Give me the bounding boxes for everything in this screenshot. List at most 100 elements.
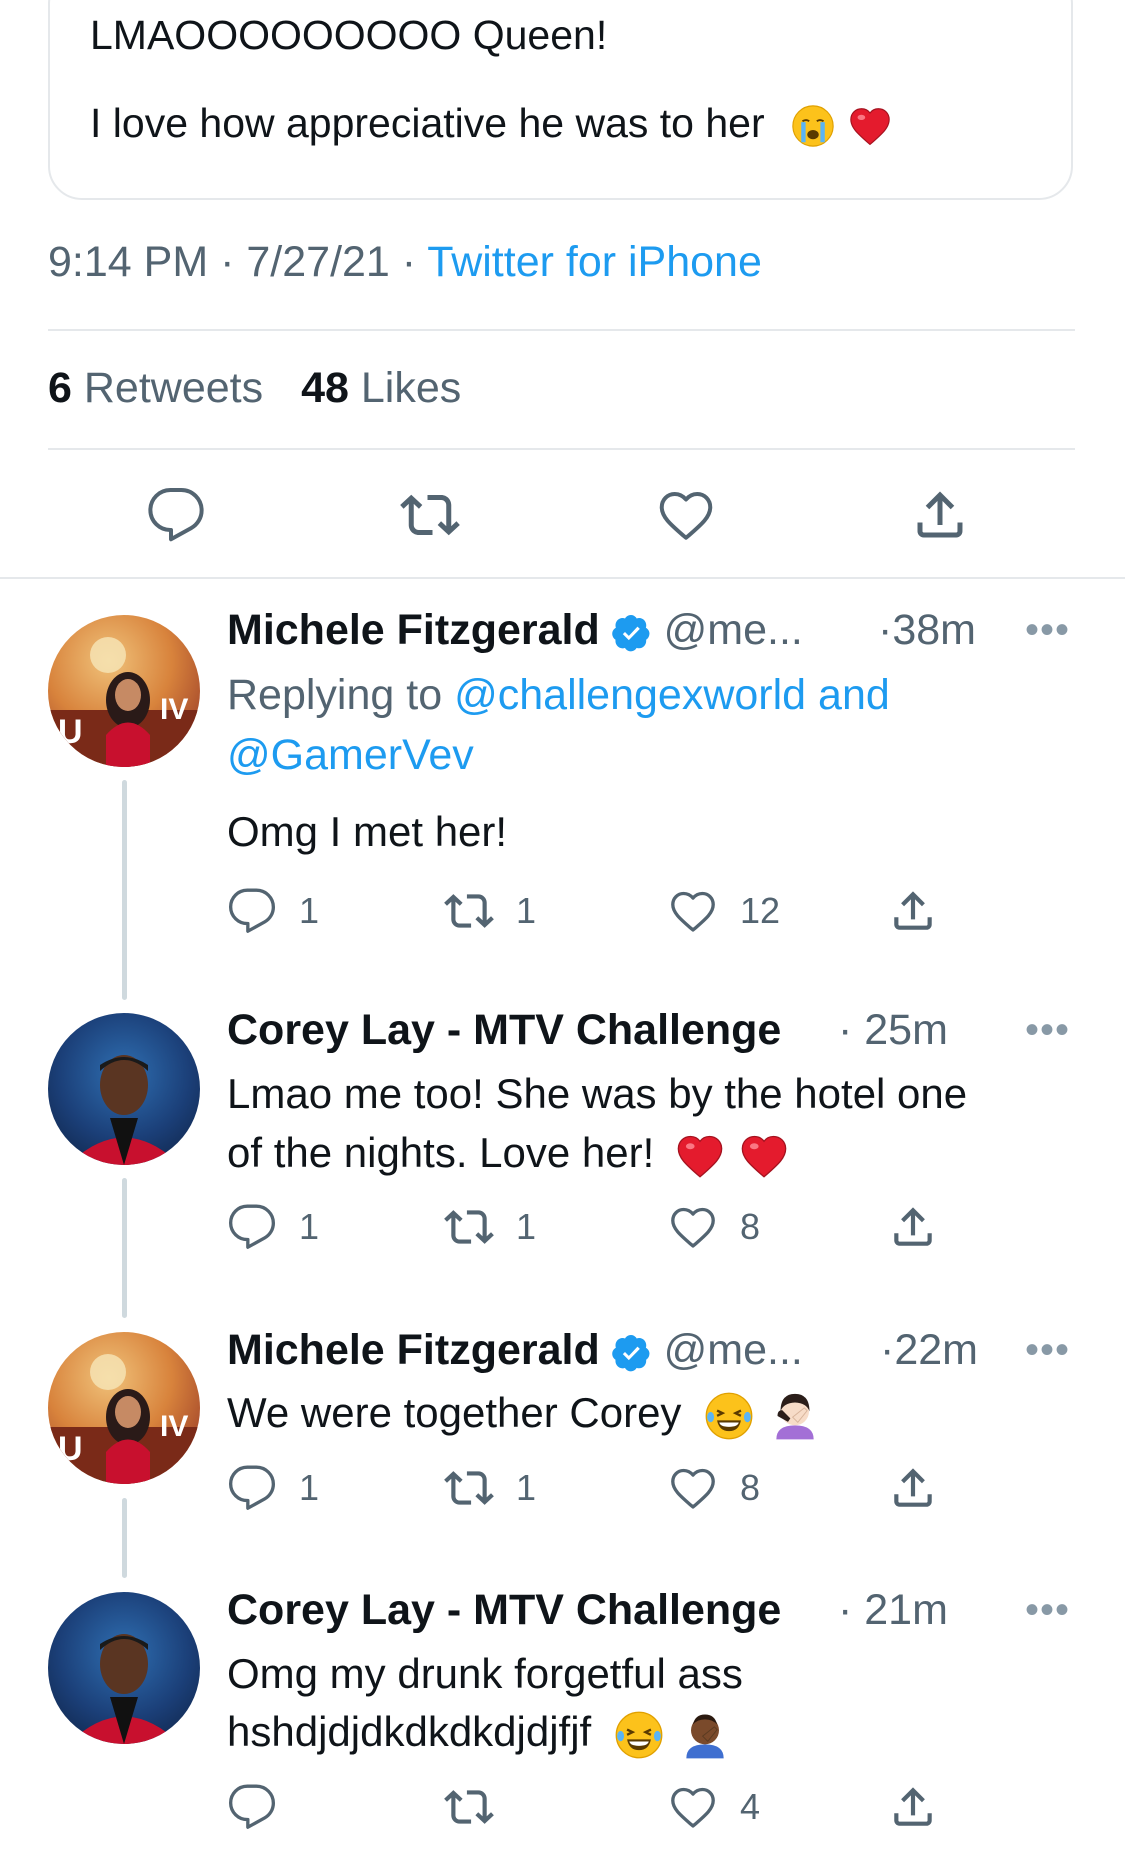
share-icon[interactable] [910,485,970,545]
section-divider [0,577,1125,579]
divider [48,448,1075,450]
tweet-text: Omg I met her! [227,808,508,855]
author-handle: @me... [663,1326,803,1374]
like-icon[interactable] [656,485,716,545]
tweet-timestamp: · 21m [838,1586,948,1634]
avatar-image [68,1634,180,1744]
like-count: 8 [740,1206,761,1247]
retweet-icon[interactable] [400,485,460,545]
tweet-timestamp: · 25m [838,1006,948,1054]
red-heart-emoji [674,1130,726,1182]
reply-button[interactable]: 1 [227,1463,319,1513]
likes-count: 48 [301,364,349,412]
share-icon [888,1782,938,1832]
mention-link[interactable]: @challengexworld and [454,671,890,719]
reply-button[interactable]: 1 [227,886,319,936]
tweet-text-line-1: Lmao me too! She was by the hotel one [227,1070,968,1117]
more-options-icon[interactable]: ••• [1025,1008,1070,1053]
share-button[interactable] [888,886,938,936]
tears-of-joy-emoji [703,1390,755,1442]
tweet-source-link[interactable]: Twitter for iPhone [427,238,762,286]
reply-icon [227,1463,277,1513]
retweet-icon [444,886,494,936]
replying-to: Replying to @challengexworld and [227,666,890,724]
quoted-tweet-card[interactable]: LMAOOOOOOOOO Queen! I love how appreciat… [48,0,1073,200]
retweet-button[interactable] [444,1782,516,1832]
like-icon [668,1463,718,1513]
retweet-button[interactable]: 1 [444,1463,536,1513]
retweet-button[interactable]: 1 [444,1202,536,1252]
avatar-image: U IV [48,1354,200,1484]
like-button[interactable]: 4 [668,1782,760,1832]
retweets-label: Retweets [83,364,264,412]
tweet-text: of the nights. Love her! [227,1129,655,1176]
retweet-button[interactable]: 1 [444,886,536,936]
likes-label: Likes [360,364,462,412]
tweet-text-line-1: Omg my drunk forgetful ass [227,1650,743,1697]
like-button[interactable]: 12 [668,886,780,936]
retweets-stat[interactable]: 6 Retweets [48,364,263,412]
avatar[interactable]: U IV [48,1332,200,1484]
reply-button[interactable]: 1 [227,1202,319,1252]
divider [48,329,1075,331]
red-heart-emoji [738,1130,790,1182]
thread-line [122,1498,127,1578]
replying-to-label: Replying to [227,671,443,719]
retweet-icon [444,1782,494,1832]
svg-text:IV: IV [160,693,188,726]
reply-count: 1 [299,1206,320,1247]
avatar[interactable]: U IV [48,615,200,767]
verified-icon [612,613,652,653]
avatar[interactable] [48,1592,200,1744]
quoted-tweet-line-2: I love how appreciative he was to her [90,100,893,149]
retweet-count: 1 [516,1206,537,1247]
like-button[interactable]: 8 [668,1463,760,1513]
more-options-icon[interactable]: ••• [1025,1328,1070,1373]
crying-face-emoji [790,103,836,149]
retweet-icon [444,1463,494,1513]
tweet-time: 9:14 PM [48,238,209,286]
meta-separator: · [401,238,417,286]
like-count: 4 [740,1786,761,1827]
author-handle: @me... [663,606,803,654]
author-name-text: Michele Fitzgerald [227,606,600,654]
reply-icon [227,1782,277,1832]
share-button[interactable] [888,1202,938,1252]
share-button[interactable] [888,1782,938,1832]
tweet-meta: 9:14 PM · 7/27/21 · Twitter for iPhone [48,238,762,287]
facepalm-emoji [767,1388,823,1444]
thread-line [122,780,127,1000]
reply-count: 1 [299,1467,320,1508]
likes-stat[interactable]: 48 Likes [301,364,461,412]
more-options-icon[interactable]: ••• [1025,1588,1070,1633]
mention-link[interactable]: @GamerVev [227,726,474,784]
retweets-count: 6 [48,364,72,412]
facepalm-emoji [677,1707,733,1763]
reply-icon [227,1202,277,1252]
share-icon [888,886,938,936]
reply-count: 1 [299,890,320,931]
more-options-icon[interactable]: ••• [1025,608,1070,653]
author-name[interactable]: Michele Fitzgerald @me... [227,606,803,655]
thread-line [122,1178,127,1318]
share-icon [888,1463,938,1513]
tweet-text-line: We were together Corey [227,1384,823,1444]
avatar-image: U IV [48,637,200,767]
like-count: 8 [740,1467,761,1508]
reply-icon [227,886,277,936]
author-name[interactable]: Corey Lay - MTV Challenge [227,1586,781,1635]
svg-text:IV: IV [160,1410,188,1443]
like-button[interactable]: 8 [668,1202,760,1252]
share-button[interactable] [888,1463,938,1513]
retweet-icon [444,1202,494,1252]
reply-button[interactable] [227,1782,299,1832]
author-name[interactable]: Michele Fitzgerald @me... [227,1326,803,1375]
reply-icon[interactable] [146,485,206,545]
tweet-text: hshdjdjdkdkdkdjdjfjf [227,1708,592,1755]
quoted-tweet-line-1: LMAOOOOOOOOO Queen! [90,12,608,58]
author-name[interactable]: Corey Lay - MTV Challenge [227,1006,781,1055]
svg-text:U: U [58,1430,83,1468]
avatar[interactable] [48,1013,200,1165]
like-icon [668,1782,718,1832]
like-icon [668,1202,718,1252]
